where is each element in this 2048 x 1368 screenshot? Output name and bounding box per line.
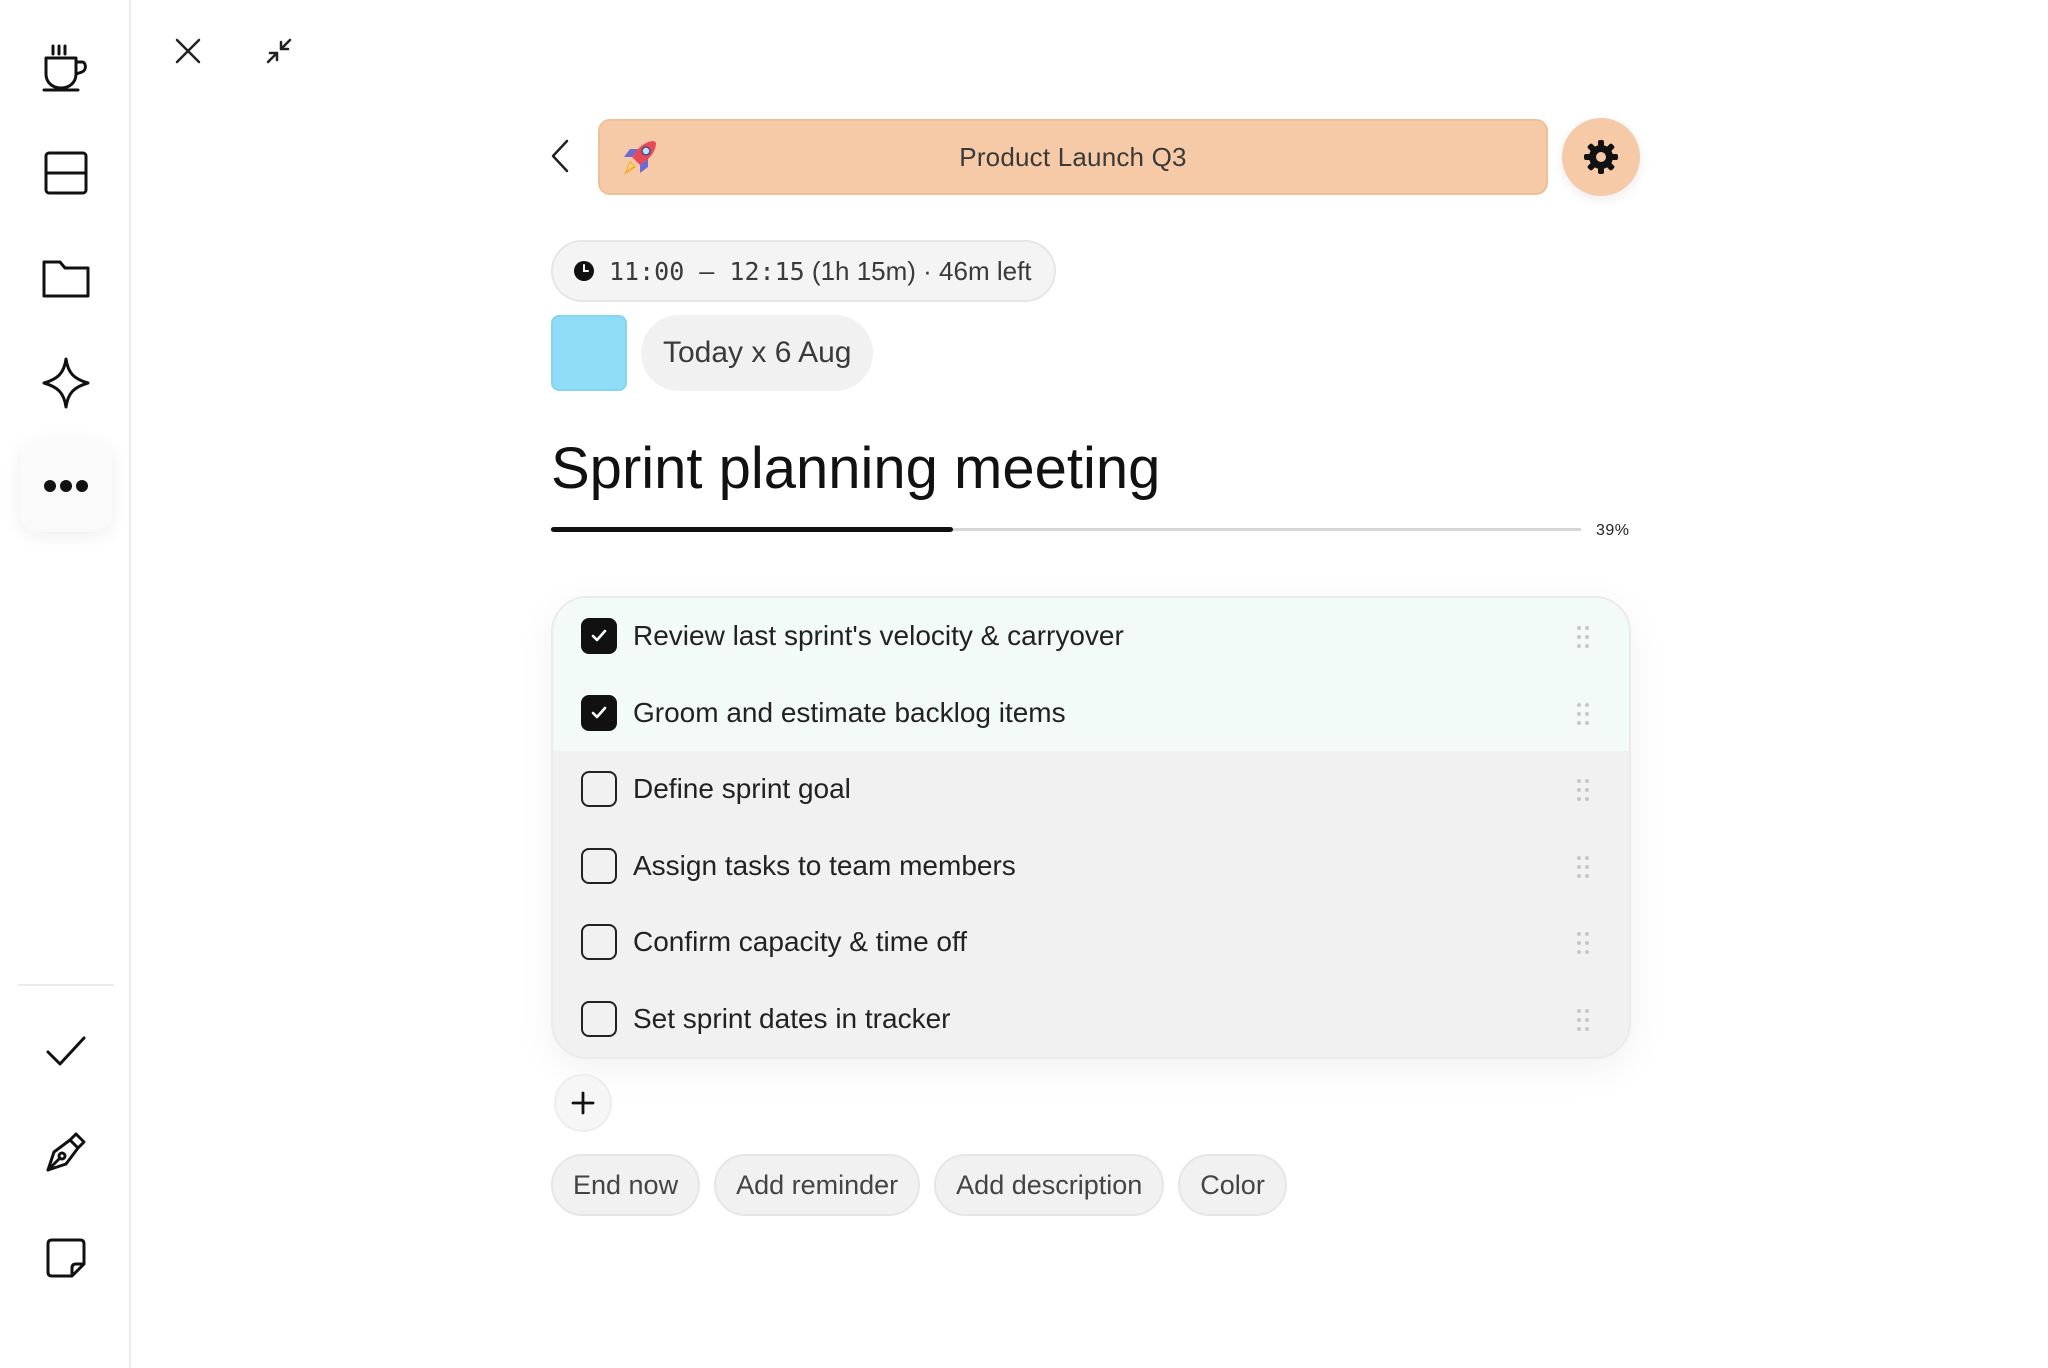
- checklist-item[interactable]: Assign tasks to team members: [553, 828, 1629, 905]
- add-item-button[interactable]: [554, 1074, 612, 1132]
- checklist-item[interactable]: Set sprint dates in tracker: [553, 981, 1629, 1058]
- checklist: Review last sprint's velocity & carryove…: [551, 596, 1631, 1059]
- time-remaining: (1h 15m) · 46m left: [811, 255, 1032, 286]
- sidebar-divider: [18, 984, 114, 986]
- coffee-cup-icon: [42, 44, 87, 92]
- project-selector[interactable]: Product Launch Q3: [598, 119, 1548, 195]
- checklist-item-label: Define sprint goal: [633, 773, 851, 805]
- sidebar-item-tasks[interactable]: [20, 1004, 112, 1096]
- settings-button[interactable]: [1562, 118, 1640, 196]
- sticky-note-icon: [46, 1238, 86, 1278]
- drag-handle-icon[interactable]: [1575, 930, 1591, 956]
- time-range: 11:00 — 12:15: [609, 256, 805, 286]
- time-range-pill[interactable]: 11:00 — 12:15 (1h 15m) · 46m left: [551, 240, 1056, 302]
- app-root: Product Launch Q3 11:00 — 12:15 (1h 15m)…: [0, 0, 2048, 1368]
- checklist-item[interactable]: Define sprint goal: [553, 751, 1629, 828]
- checkmark-icon: [46, 1036, 86, 1066]
- event-title[interactable]: Sprint planning meeting: [551, 435, 1160, 502]
- sidebar-item-coffee[interactable]: [20, 22, 112, 114]
- checklist-item-label: Set sprint dates in tracker: [633, 1002, 951, 1034]
- end-now-button[interactable]: End now: [551, 1154, 701, 1216]
- checkbox-unchecked[interactable]: [581, 924, 617, 961]
- checkbox-checked[interactable]: [581, 618, 617, 655]
- checkbox-unchecked[interactable]: [581, 847, 617, 884]
- close-icon: [175, 38, 201, 64]
- date-pill[interactable]: Today x 6 Aug: [641, 315, 874, 391]
- check-icon: [591, 706, 607, 719]
- clock-icon: [574, 261, 594, 281]
- sidebar-item-layout[interactable]: [20, 127, 112, 219]
- rocket-icon: [624, 141, 656, 175]
- close-button[interactable]: [163, 26, 213, 76]
- sidebar-item-notes[interactable]: [20, 1212, 112, 1304]
- drag-handle-icon[interactable]: [1575, 1007, 1591, 1033]
- progress-label: 39%: [1596, 522, 1630, 539]
- more-dots-icon: [44, 480, 88, 492]
- sidebar-item-folder[interactable]: [20, 232, 112, 324]
- checklist-item[interactable]: Confirm capacity & time off: [553, 904, 1629, 981]
- checklist-item[interactable]: Review last sprint's velocity & carryove…: [553, 598, 1629, 675]
- drag-handle-icon[interactable]: [1575, 854, 1591, 880]
- gear-icon: [1584, 140, 1618, 174]
- pen-nib-icon: [46, 1132, 86, 1172]
- color-button[interactable]: Color: [1178, 1154, 1287, 1216]
- drag-handle-icon[interactable]: [1575, 777, 1591, 803]
- checkbox-checked[interactable]: [581, 694, 617, 731]
- add-description-button[interactable]: Add description: [934, 1154, 1165, 1216]
- collapse-icon: [266, 38, 292, 64]
- sidebar-item-more[interactable]: [20, 440, 112, 532]
- checklist-item-label: Groom and estimate backlog items: [633, 696, 1066, 728]
- drag-handle-icon[interactable]: [1575, 624, 1591, 650]
- checkbox-unchecked[interactable]: [581, 771, 617, 808]
- check-icon: [591, 629, 607, 642]
- sparkle-icon: [42, 357, 90, 409]
- drag-handle-icon[interactable]: [1575, 701, 1591, 727]
- sidebar: [0, 0, 131, 1368]
- sidebar-item-ai[interactable]: [20, 337, 112, 429]
- back-button[interactable]: [540, 130, 580, 182]
- plus-icon: [571, 1091, 595, 1115]
- event-color-swatch[interactable]: [551, 315, 627, 391]
- action-bar: End now Add reminder Add description Col…: [551, 1154, 1287, 1216]
- progress-bar: [551, 527, 1581, 532]
- checklist-item-label: Review last sprint's velocity & carryove…: [633, 620, 1124, 652]
- collapse-button[interactable]: [254, 26, 304, 76]
- checklist-item-label: Confirm capacity & time off: [633, 926, 968, 958]
- folder-icon: [42, 260, 90, 298]
- chevron-left-icon: [551, 139, 569, 173]
- checklist-item-label: Assign tasks to team members: [633, 849, 1016, 881]
- layout-rows-icon: [44, 151, 88, 195]
- progress-fill: [551, 527, 953, 532]
- project-title: Product Launch Q3: [959, 141, 1187, 172]
- checkbox-unchecked[interactable]: [581, 1000, 617, 1037]
- sidebar-item-pen[interactable]: [20, 1106, 112, 1198]
- add-reminder-button[interactable]: Add reminder: [714, 1154, 921, 1216]
- checklist-item[interactable]: Groom and estimate backlog items: [553, 674, 1629, 751]
